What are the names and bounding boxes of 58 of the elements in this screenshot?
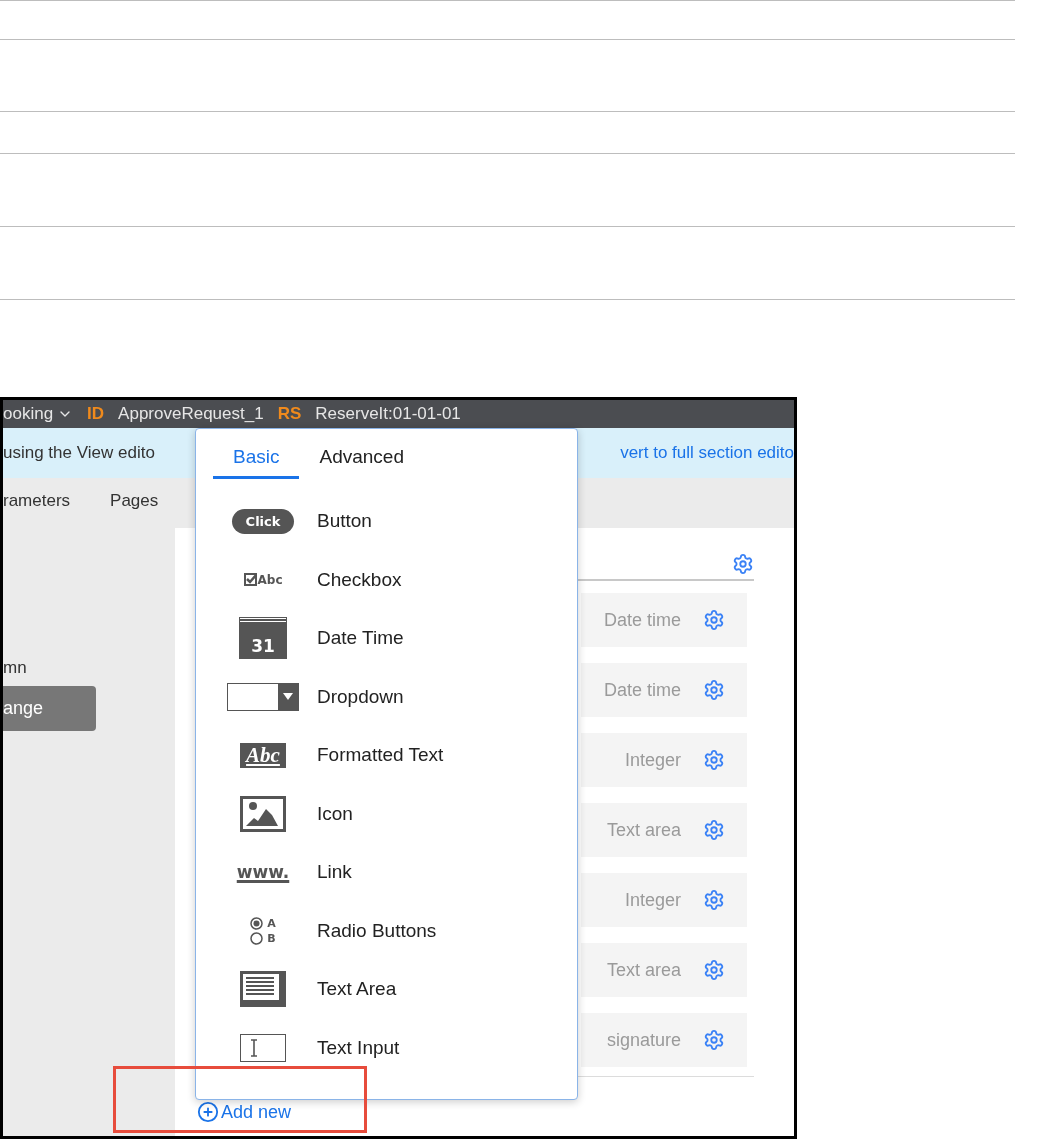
control-option[interactable]: www. Link [213, 843, 577, 902]
control-option[interactable]: Dropdown [213, 667, 577, 726]
action-button[interactable]: ange [3, 686, 96, 731]
control-option[interactable]: Abc Formatted Text [213, 726, 577, 785]
field-type: Date time [603, 609, 681, 631]
banner-message: using the View edito [3, 443, 155, 463]
tag-label: ID [87, 404, 105, 424]
text-area-icon [240, 971, 286, 1008]
field-type: Text area [606, 959, 681, 981]
option-label: Date Time [317, 627, 404, 650]
control-option[interactable]: Text Area [213, 960, 577, 1019]
option-label: Dropdown [317, 685, 404, 708]
calendar-icon: 31 [240, 618, 286, 659]
dropdown-sample-icon [227, 682, 299, 711]
header-value: ReserveIt:01-01-01 [315, 404, 461, 424]
option-label: Radio Buttons [317, 919, 437, 942]
field-type: Integer [624, 749, 681, 771]
control-option[interactable]: Abc Checkbox [213, 550, 577, 609]
settings-icon[interactable] [703, 819, 725, 841]
field-type: Text area [606, 819, 681, 841]
control-option[interactable]: Text Input [213, 1018, 577, 1077]
header-value: ApproveRequest_1 [118, 404, 264, 424]
settings-icon[interactable] [732, 553, 754, 575]
settings-icon[interactable] [703, 959, 725, 981]
formatted-text-icon: Abc [240, 742, 286, 768]
tag-label: RS [277, 404, 302, 424]
settings-icon[interactable] [703, 749, 725, 771]
tab[interactable]: Pages [110, 491, 159, 511]
settings-icon[interactable] [703, 609, 725, 631]
settings-icon[interactable] [703, 889, 725, 911]
button-sample-icon: Click [231, 508, 295, 534]
link-sample-icon: www. [236, 862, 290, 883]
field-type: signature [606, 1029, 681, 1051]
option-label: Checkbox [317, 568, 402, 591]
field-label: mn [3, 658, 28, 678]
popover-tab[interactable]: Advanced [299, 437, 424, 479]
plus-circle-icon [197, 1101, 219, 1123]
option-label: Text Area [317, 978, 397, 1001]
control-option[interactable]: Icon [213, 784, 577, 843]
option-label: Icon [317, 802, 353, 825]
option-label: Button [317, 510, 372, 533]
text-input-icon [240, 1033, 286, 1062]
option-label: Formatted Text [317, 744, 444, 767]
settings-icon[interactable] [703, 679, 725, 701]
popover-tab[interactable]: Basic [213, 437, 300, 479]
option-label: Link [317, 861, 352, 884]
option-label: Text Input [317, 1036, 400, 1059]
add-new-link[interactable]: Add new [197, 1101, 292, 1123]
control-option[interactable]: 31 Date Time [213, 609, 577, 668]
settings-icon[interactable] [703, 1029, 725, 1051]
control-option[interactable]: A B Radio Buttons [213, 901, 577, 960]
field-type: Date time [603, 679, 681, 701]
tab[interactable]: rameters [3, 491, 71, 511]
app-menu[interactable]: ooking [3, 404, 74, 424]
field-type: Integer [624, 889, 681, 911]
control-option[interactable]: Click Button [213, 492, 577, 551]
image-icon [240, 795, 286, 832]
convert-link[interactable]: vert to full section edito [620, 443, 794, 463]
